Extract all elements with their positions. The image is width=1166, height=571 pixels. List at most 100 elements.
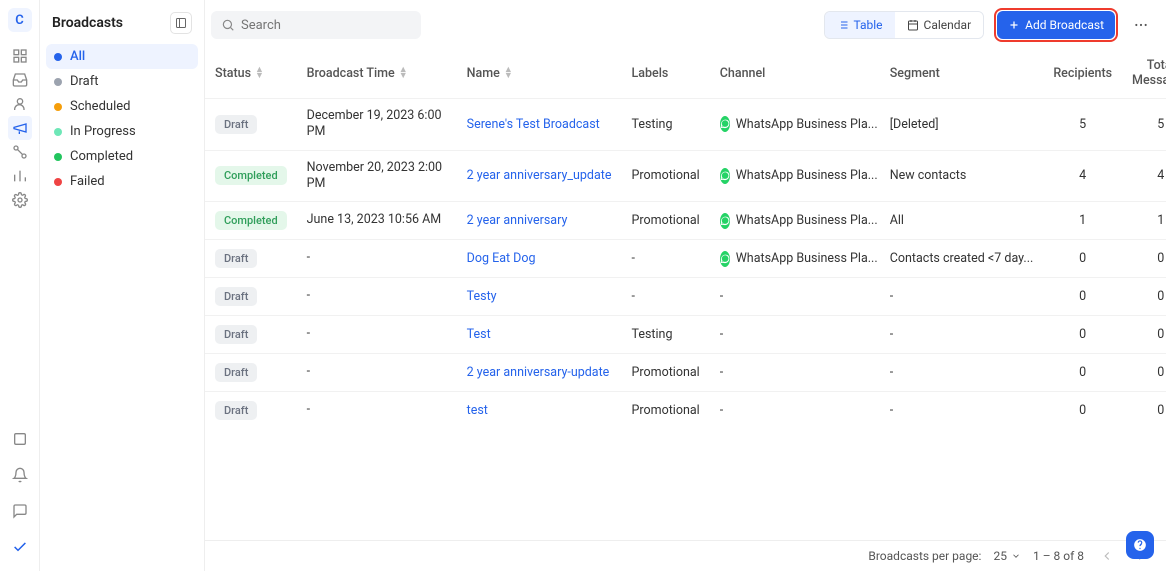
brand-logo[interactable]: C: [8, 8, 32, 32]
calendar-icon: [907, 19, 919, 31]
sidebar-title: Broadcasts: [52, 15, 123, 31]
col-time[interactable]: Broadcast Time▲▼: [297, 48, 457, 99]
labels-cell: -: [621, 240, 709, 278]
table-row[interactable]: DraftDecember 19, 2023 6:00 PMSerene's T…: [205, 99, 1166, 151]
table-row[interactable]: Draft-TestTesting--00: [205, 316, 1166, 354]
plus-icon: [1008, 19, 1020, 31]
inbox-icon[interactable]: [8, 68, 32, 92]
broadcast-time: -: [307, 288, 447, 304]
recipients-cell: 0: [1043, 354, 1122, 392]
view-calendar-button[interactable]: Calendar: [895, 12, 984, 38]
status-dot-icon: [54, 128, 62, 136]
col-total-messages[interactable]: Total Messages: [1122, 48, 1166, 99]
col-recipients[interactable]: Recipients: [1043, 48, 1122, 99]
filter-label: Completed: [70, 149, 133, 164]
table-row[interactable]: CompletedJune 13, 2023 10:56 AM2 year an…: [205, 202, 1166, 240]
channel-name: WhatsApp Business Pla...: [736, 251, 878, 266]
status-dot-icon: [54, 178, 62, 186]
col-segment[interactable]: Segment: [880, 48, 1044, 99]
segment-cell: [Deleted]: [880, 99, 1044, 151]
table-row[interactable]: Draft-testPromotional--00: [205, 392, 1166, 430]
app-rail: C: [0, 0, 40, 571]
broadcast-name-link[interactable]: 2 year anniversary_update: [467, 168, 612, 183]
filter-label: All: [70, 49, 85, 64]
broadcast-name-link[interactable]: Dog Eat Dog: [467, 251, 536, 266]
chat-icon[interactable]: [8, 499, 32, 523]
list-icon: [837, 19, 849, 31]
status-badge: Draft: [215, 249, 257, 268]
filter-label: Scheduled: [70, 99, 130, 114]
labels-cell: Promotional: [621, 392, 709, 430]
view-table-button[interactable]: Table: [825, 12, 895, 38]
col-status[interactable]: Status▲▼: [205, 48, 297, 99]
recipients-cell: 5: [1043, 99, 1122, 151]
total-messages-cell: 0: [1122, 316, 1166, 354]
labels-cell: -: [621, 278, 709, 316]
filter-all[interactable]: All: [46, 44, 198, 69]
channel-name: WhatsApp Business Pla...: [736, 117, 878, 132]
bell-icon[interactable]: [8, 463, 32, 487]
prev-page-button[interactable]: [1096, 549, 1118, 563]
total-messages-cell: 0: [1122, 392, 1166, 430]
status-badge: Completed: [215, 166, 287, 185]
reports-icon[interactable]: [8, 164, 32, 188]
table-row[interactable]: CompletedNovember 20, 2023 2:00 PM2 year…: [205, 150, 1166, 202]
whatsapp-icon: [720, 116, 730, 132]
filter-in-progress[interactable]: In Progress: [46, 119, 198, 144]
search-input-wrapper[interactable]: [211, 11, 421, 39]
col-name[interactable]: Name▲▼: [457, 48, 622, 99]
add-broadcast-label: Add Broadcast: [1025, 18, 1104, 32]
segment-cell: Contacts created <7 day...: [880, 240, 1044, 278]
chevron-down-icon: [1011, 551, 1021, 561]
workflow-icon[interactable]: [8, 140, 32, 164]
filter-completed[interactable]: Completed: [46, 144, 198, 169]
filter-failed[interactable]: Failed: [46, 169, 198, 194]
box-icon[interactable]: [8, 427, 32, 451]
status-badge: Draft: [215, 287, 257, 306]
table-row[interactable]: Draft-2 year anniversary-updatePromotion…: [205, 354, 1166, 392]
segment-cell: -: [880, 316, 1044, 354]
filter-draft[interactable]: Draft: [46, 69, 198, 94]
channel-name: WhatsApp Business Pla...: [736, 213, 878, 228]
contacts-icon[interactable]: [8, 92, 32, 116]
channel-name: WhatsApp Business Pla...: [736, 168, 878, 183]
segment-cell: All: [880, 202, 1044, 240]
topbar: Table Calendar Add Broadcast: [205, 0, 1166, 48]
broadcast-name-link[interactable]: 2 year anniversary: [467, 213, 568, 228]
broadcast-name-link[interactable]: Test: [467, 327, 491, 342]
dots-horizontal-icon: [1133, 17, 1149, 33]
more-actions-button[interactable]: [1128, 12, 1154, 38]
view-toggle: Table Calendar: [824, 11, 985, 39]
broadcast-name-link[interactable]: 2 year anniversary-update: [467, 365, 610, 380]
settings-icon[interactable]: [8, 188, 32, 212]
broadcast-name-link[interactable]: test: [467, 403, 488, 418]
labels-cell: Promotional: [621, 354, 709, 392]
broadcast-name-link[interactable]: Testy: [467, 289, 497, 304]
labels-cell: Testing: [621, 316, 709, 354]
filter-scheduled[interactable]: Scheduled: [46, 94, 198, 119]
recipients-cell: 0: [1043, 278, 1122, 316]
add-broadcast-button[interactable]: Add Broadcast: [997, 11, 1115, 39]
search-input[interactable]: [241, 18, 411, 33]
channel-cell: WhatsApp Business Pla...: [710, 150, 880, 202]
filter-label: Failed: [70, 174, 105, 189]
broadcast-icon[interactable]: [8, 116, 32, 140]
broadcast-name-link[interactable]: Serene's Test Broadcast: [467, 117, 600, 132]
filter-label: In Progress: [70, 124, 136, 139]
status-dot-icon: [54, 103, 62, 111]
broadcast-time: -: [307, 326, 447, 342]
col-channel[interactable]: Channel: [710, 48, 880, 99]
broadcast-time: -: [307, 402, 447, 418]
labels-cell: Testing: [621, 99, 709, 151]
broadcasts-table: Status▲▼ Broadcast Time▲▼ Name▲▼ Labels …: [205, 48, 1166, 429]
per-page-select[interactable]: 25: [993, 549, 1021, 563]
check-icon[interactable]: [8, 535, 32, 559]
dashboard-icon[interactable]: [8, 44, 32, 68]
table-row[interactable]: Draft-Testy---00: [205, 278, 1166, 316]
channel-cell: WhatsApp Business Pla...: [710, 99, 880, 151]
collapse-sidebar-button[interactable]: [170, 12, 192, 34]
table-row[interactable]: Draft-Dog Eat Dog-WhatsApp Business Pla.…: [205, 240, 1166, 278]
help-fab-button[interactable]: [1126, 531, 1154, 559]
segment-cell: New contacts: [880, 150, 1044, 202]
col-labels[interactable]: Labels: [621, 48, 709, 99]
